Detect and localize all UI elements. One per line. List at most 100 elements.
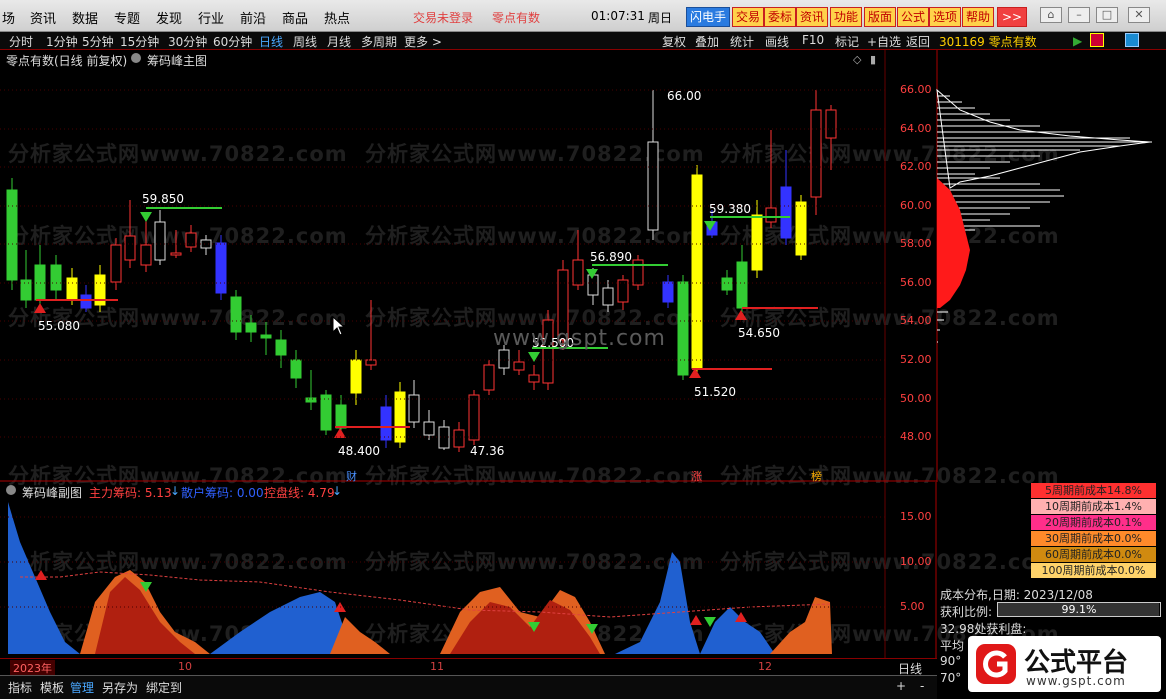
close-icon[interactable]: ✕ [1128, 7, 1150, 23]
period-multi[interactable]: 多周期 [361, 33, 397, 50]
adjust-button[interactable]: 复权 [662, 33, 686, 50]
legend-row[interactable]: 5周期前成本14.8% [1031, 483, 1156, 499]
panel-toggle-icon[interactable]: ▮ [870, 53, 876, 66]
legend-row[interactable]: 20周期前成本0.1% [1031, 515, 1156, 531]
menu-item-discover[interactable]: 发现 [156, 8, 182, 27]
indicator-tab[interactable]: 指标 [8, 679, 32, 696]
legend-row[interactable]: 10周期前成本1.4% [1031, 499, 1156, 515]
chart-mode-icon[interactable] [1090, 33, 1104, 47]
back-button[interactable]: 返回 [906, 33, 930, 50]
candlestick-chart[interactable] [0, 50, 1166, 482]
draw-button[interactable]: 画线 [765, 33, 789, 50]
zoom-out-button[interactable]: - [920, 679, 924, 693]
period-15min[interactable]: 15分钟 [120, 33, 159, 50]
legend-row[interactable]: 60周期前成本0.0% [1031, 547, 1156, 563]
timeline-label: 12 [758, 660, 772, 673]
candle-body [795, 201, 807, 256]
menu-item-hot[interactable]: 热点 [324, 8, 350, 27]
candle-body [736, 261, 748, 309]
chart-title: 零点有数(日线 前复权) [6, 54, 128, 68]
retail-chip-value: 散户筹码: 0.00 [181, 486, 264, 500]
period-1min[interactable]: 1分钟 [46, 33, 78, 50]
period-timeshare[interactable]: 分时 [9, 33, 33, 50]
menu-item-frontier[interactable]: 前沿 [240, 8, 266, 27]
f10-button[interactable]: F10 [802, 33, 824, 47]
options-button[interactable]: 选项 [929, 7, 962, 27]
sub-chart-area[interactable]: 分析家公式网www.70822.com 分析家公式网www.70822.com … [0, 482, 1059, 658]
news-button[interactable]: 资讯 [796, 7, 829, 27]
candle-body [617, 279, 629, 303]
menu-item-data[interactable]: 数据 [72, 8, 98, 27]
price-label: 54.650 [738, 326, 780, 340]
period-weekly[interactable]: 周线 [293, 33, 317, 50]
bind-to-tab[interactable]: 绑定到 [146, 679, 182, 696]
sub-indicator-name[interactable]: 筹码峰副图 [22, 484, 82, 501]
template-tab[interactable]: 模板 [40, 679, 64, 696]
settings-icon[interactable] [131, 53, 141, 63]
period-30min[interactable]: 30分钟 [168, 33, 207, 50]
flag-icon[interactable]: ▶ [1073, 34, 1082, 48]
function-button[interactable]: 功能 [830, 7, 863, 27]
price-label: 59.850 [142, 192, 184, 206]
price-label: 48.400 [338, 444, 380, 458]
period-monthly[interactable]: 月线 [327, 33, 351, 50]
settings-icon[interactable] [6, 485, 16, 495]
logo-url: www.gspt.com [1026, 674, 1126, 688]
main-chip-value: 主力筹码: 5.13 [89, 486, 172, 500]
period-daily[interactable]: 日线 [259, 33, 283, 50]
stats-button[interactable]: 统计 [730, 33, 754, 50]
profit-bar: 99.1% [997, 602, 1161, 617]
candle-body [245, 322, 257, 333]
period-5min[interactable]: 5分钟 [82, 33, 114, 50]
manage-tab[interactable]: 管理 [70, 679, 94, 696]
menu-item-commodity[interactable]: 商品 [282, 8, 308, 27]
mark-button[interactable]: 标记 [835, 33, 859, 50]
menu-item-news[interactable]: 资讯 [30, 8, 56, 27]
skin-icon[interactable]: ⌂ [1040, 7, 1062, 23]
candle-body [350, 359, 362, 394]
main-chart-area[interactable]: 分析家公式网www.70822.com 分析家公式网www.70822.com … [0, 50, 1166, 488]
candle-body [825, 109, 837, 139]
window-stock-name: 零点有数 [492, 11, 541, 25]
formula-button[interactable]: 公式 [897, 7, 930, 27]
zoom-in-button[interactable]: + [896, 679, 906, 693]
profit-value: 99.1% [1061, 603, 1097, 616]
axis-tick: 64.00 [900, 122, 932, 135]
mouse-cursor-icon [332, 316, 346, 336]
indicator-name[interactable]: 筹码峰主图 [147, 52, 207, 69]
axis-tick: 15.00 [900, 510, 932, 523]
minimize-icon[interactable]: – [1068, 7, 1090, 23]
help-button[interactable]: 帮助 [962, 7, 995, 27]
time-axis: 2023年 10 11 12 日线 [0, 658, 937, 676]
candle-body [260, 334, 272, 339]
maximize-icon[interactable]: □ [1096, 7, 1118, 23]
axis-tick: 62.00 [900, 160, 932, 173]
overlay-button[interactable]: 叠加 [695, 33, 719, 50]
menu-item-market[interactable]: 场 [2, 8, 15, 27]
lightning-trade-button[interactable]: 闪电手 [686, 7, 731, 27]
candle-body [365, 359, 377, 366]
diamond-icon[interactable]: ◇ [853, 53, 861, 66]
layout-button[interactable]: 版面 [864, 7, 897, 27]
trade-button[interactable]: 交易 [732, 7, 765, 27]
legend-row[interactable]: 100周期前成本0.0% [1031, 563, 1156, 579]
candle-body [572, 259, 584, 286]
legend-row[interactable]: 30周期前成本0.0% [1031, 531, 1156, 547]
chip-peak-area-chart[interactable] [0, 482, 937, 658]
gspt-logo-icon [976, 644, 1016, 684]
period-more[interactable]: 更多 > [404, 33, 442, 50]
candle-body [305, 397, 317, 403]
menu-item-topics[interactable]: 专题 [114, 8, 140, 27]
order-button[interactable]: 委标 [764, 7, 797, 27]
layout-icon[interactable] [1125, 33, 1139, 47]
more-button[interactable]: >> [997, 7, 1027, 27]
period-60min[interactable]: 60分钟 [213, 33, 252, 50]
menu-item-industry[interactable]: 行业 [198, 8, 224, 27]
add-favorite-button[interactable]: +自选 [867, 33, 901, 50]
candle-body [275, 339, 287, 356]
candle-body [408, 394, 420, 423]
login-status[interactable]: 交易未登录 [413, 9, 473, 26]
clock-time: 01:07:31 [591, 9, 645, 23]
save-as-tab[interactable]: 另存为 [102, 679, 138, 696]
stock-code-name: 301169 零点有数 [939, 35, 1037, 49]
